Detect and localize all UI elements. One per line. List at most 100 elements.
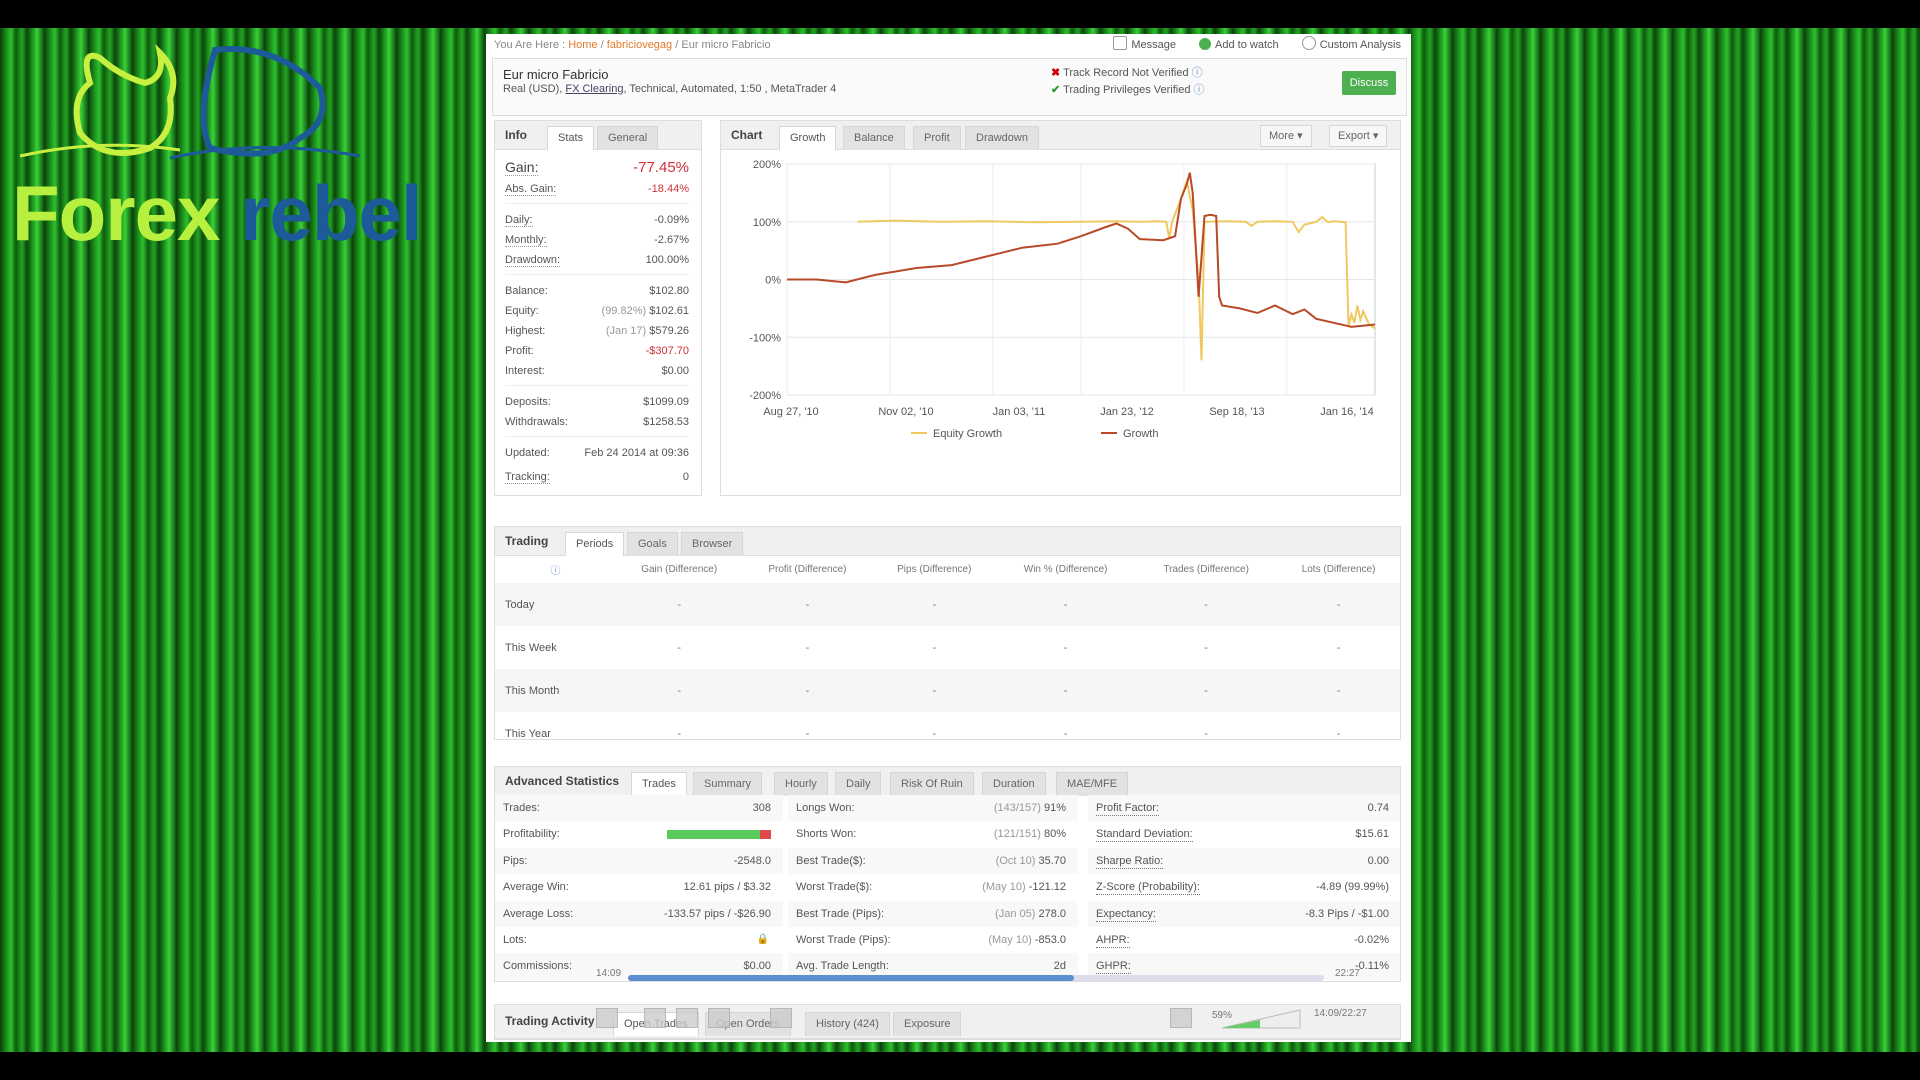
- y-tick-label: 0%: [765, 275, 781, 287]
- volume-slider[interactable]: [1220, 1008, 1302, 1030]
- tab-risk-of-ruin[interactable]: Risk Of Ruin: [890, 772, 974, 796]
- stat-label[interactable]: Profit Factor:: [1096, 801, 1159, 816]
- stat-row: Sharpe Ratio: 0.00: [1088, 847, 1400, 874]
- pause-icon[interactable]: [596, 1008, 618, 1028]
- period-cell: -: [742, 583, 873, 626]
- fullscreen-icon[interactable]: [770, 1008, 792, 1028]
- period-cell: -: [1063, 641, 1068, 654]
- tab-growth[interactable]: Growth: [779, 126, 837, 150]
- tab-stats[interactable]: Stats: [547, 126, 595, 150]
- profitability-bar: [667, 830, 771, 840]
- discuss-button[interactable]: Discuss: [1342, 71, 1396, 95]
- monthly-label[interactable]: Monthly:: [505, 234, 547, 247]
- forward-icon[interactable]: [708, 1008, 730, 1028]
- stat-value: 0.74: [1367, 802, 1389, 814]
- stat-label: Trades:: [503, 802, 540, 814]
- stat-number: 91%: [1043, 802, 1066, 814]
- help-icon[interactable]: ⓘ: [495, 555, 616, 583]
- lock-icon: 🔒: [756, 934, 769, 945]
- tab-general[interactable]: General: [597, 126, 659, 150]
- y-tick-label: -200%: [749, 390, 781, 402]
- advanced-tabs: Advanced Statistics Trades Summary Hourl…: [495, 767, 1400, 796]
- stat-label[interactable]: Z-Score (Probability):: [1096, 880, 1200, 896]
- tracking-label[interactable]: Tracking:: [505, 471, 550, 484]
- rewind-icon[interactable]: [644, 1008, 666, 1028]
- tab-info[interactable]: Info: [505, 121, 527, 149]
- legend-label: Growth: [1123, 428, 1158, 440]
- stat-detail: (May 10): [988, 934, 1032, 946]
- tab-periods[interactable]: Periods: [565, 532, 625, 556]
- period-cell: -: [1204, 727, 1208, 740]
- stat-value: (May 10) -853.0: [988, 927, 1066, 953]
- periods-table: ⓘ Gain (Difference) Profit (Difference) …: [495, 555, 1400, 755]
- stat-label[interactable]: Sharpe Ratio:: [1096, 854, 1164, 869]
- more-dropdown[interactable]: More ▾: [1260, 125, 1312, 147]
- tab-trades[interactable]: Trades: [631, 772, 687, 796]
- broker-link[interactable]: FX Clearing: [565, 83, 623, 95]
- top-actions: Message Add to watch Custom Analysis: [1093, 34, 1401, 56]
- stop-icon[interactable]: [676, 1008, 698, 1028]
- help-icon[interactable]: ⓘ: [1192, 67, 1203, 79]
- stat-row: Average Win: 12.61 pips / $3.32: [495, 874, 783, 900]
- stat-row: Worst Trade (Pips): (May 10) -853.0: [788, 927, 1078, 953]
- daily-value: -0.09%: [654, 214, 689, 226]
- custom-analysis-button[interactable]: Custom Analysis: [1301, 36, 1401, 51]
- expand-icon[interactable]: [1170, 1008, 1192, 1028]
- tab-balance[interactable]: Balance: [843, 126, 905, 150]
- x-tick-label: Jan 23, '12: [1100, 406, 1153, 418]
- equity-value: $102.61: [649, 305, 689, 317]
- tab-hourly[interactable]: Hourly: [774, 772, 828, 796]
- tab-drawdown[interactable]: Drawdown: [965, 126, 1039, 150]
- tab-duration[interactable]: Duration: [982, 772, 1046, 796]
- profit-label: Profit:: [505, 345, 534, 357]
- add-to-watch-button[interactable]: Add to watch: [1199, 38, 1279, 51]
- help-icon[interactable]: ⓘ: [1194, 84, 1205, 96]
- daily-label[interactable]: Daily:: [505, 214, 533, 227]
- trading-panel: Trading Periods Goals Browser ⓘ Gain (Di…: [494, 526, 1401, 740]
- period-label: This Week: [505, 641, 557, 654]
- growth-chart: 200% 100% 0% -100% -200% Aug 27, '10 Nov 02, '…: [749, 159, 1376, 440]
- stat-row: Worst Trade($): (May 10) -121.12: [788, 874, 1078, 900]
- stat-value: -4.89 (99.99%): [1316, 881, 1389, 894]
- stat-label[interactable]: Standard Deviation:: [1096, 827, 1193, 843]
- stat-label[interactable]: AHPR:: [1096, 933, 1130, 948]
- col-profit: Profit (Difference): [768, 563, 847, 575]
- stat-label: Commissions:: [503, 960, 573, 973]
- x-tick-label: Nov 02, '10: [878, 406, 933, 418]
- period-cell: -: [1204, 641, 1208, 654]
- balance-row: Balance: $102.80: [505, 285, 689, 301]
- stat-label[interactable]: Expectancy:: [1096, 907, 1156, 922]
- breadcrumb-prefix: You Are Here :: [494, 39, 566, 51]
- drawdown-label[interactable]: Drawdown:: [505, 254, 561, 267]
- col-lots: Lots (Difference): [1301, 563, 1376, 575]
- stat-row: Profit Factor: 0.74: [1088, 795, 1400, 821]
- video-seek-progress[interactable]: [628, 975, 1075, 981]
- y-tick-label: 100%: [753, 217, 781, 229]
- period-cell: -: [932, 641, 937, 654]
- stat-label: Shorts Won:: [796, 828, 857, 841]
- period-cell: -: [1336, 641, 1341, 654]
- breadcrumb-home[interactable]: Home: [568, 39, 597, 51]
- abs-gain-label[interactable]: Abs. Gain:: [505, 183, 557, 196]
- monthly-row: Monthly: -2.67%: [505, 234, 689, 250]
- stat-label: Pips:: [503, 854, 528, 867]
- stat-label: Worst Trade($):: [796, 881, 873, 894]
- tab-profit[interactable]: Profit: [913, 126, 961, 150]
- custom-label: Custom Analysis: [1319, 39, 1401, 51]
- tab-goals[interactable]: Goals: [627, 532, 678, 556]
- period-label: Today: [495, 583, 616, 626]
- logo-word-forex: Forex: [12, 169, 220, 257]
- period-cell: -: [805, 641, 810, 654]
- breadcrumb-user[interactable]: fabriciovegag: [607, 39, 672, 51]
- tab-browser[interactable]: Browser: [681, 532, 744, 556]
- tab-mae-mfe[interactable]: MAE/MFE: [1056, 772, 1129, 796]
- caret-down-icon: ▾: [1372, 130, 1379, 142]
- divider: [505, 203, 689, 204]
- stat-label: Longs Won:: [796, 802, 855, 814]
- tab-summary[interactable]: Summary: [693, 772, 763, 796]
- period-cell: -: [616, 583, 743, 626]
- tab-daily[interactable]: Daily: [835, 772, 882, 796]
- message-button[interactable]: Message: [1113, 36, 1176, 51]
- export-dropdown[interactable]: Export ▾: [1329, 125, 1388, 147]
- stat-row: Shorts Won: (121/151) 80%: [788, 821, 1078, 847]
